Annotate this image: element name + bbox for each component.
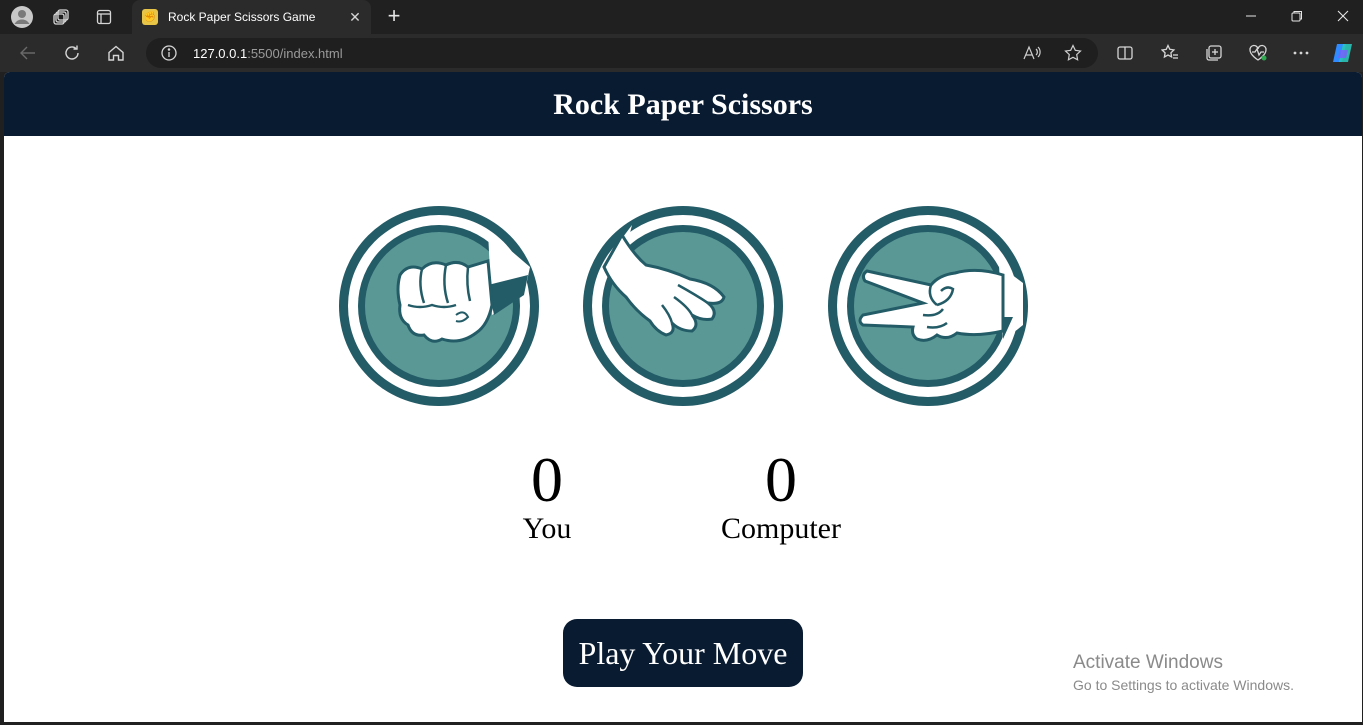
computer-score-block: 0 Computer — [696, 448, 866, 546]
split-screen-icon[interactable] — [1112, 41, 1138, 65]
rock-icon — [339, 206, 539, 406]
computer-score: 0 — [765, 444, 797, 515]
page-header: Rock Paper Scissors — [4, 72, 1362, 136]
tab-actions-icon[interactable] — [92, 5, 116, 29]
user-score: 0 — [531, 444, 563, 515]
url-host: 127.0.0.1 — [193, 46, 248, 61]
favorites-icon[interactable] — [1157, 41, 1183, 65]
collections-icon[interactable] — [1201, 41, 1227, 65]
address-bar[interactable]: 127.0.0.1:5500/index.html — [146, 38, 1098, 68]
activate-windows-watermark: Activate Windows Go to Settings to activ… — [1073, 652, 1294, 694]
home-icon[interactable] — [103, 41, 129, 65]
tab-strip: ✊ Rock Paper Scissors Game ✕ + — [0, 0, 1363, 34]
paper-choice[interactable] — [582, 205, 784, 407]
page-viewport: Rock Paper Scissors 0 You 0 Computer Pla… — [4, 72, 1362, 722]
rps-favicon-icon: ✊ — [142, 9, 158, 25]
refresh-icon[interactable] — [59, 41, 85, 65]
new-tab-icon[interactable]: + — [381, 4, 407, 30]
tab-title: Rock Paper Scissors Game — [168, 10, 316, 24]
profile-icon[interactable] — [10, 5, 34, 29]
scissors-choice[interactable] — [827, 205, 1029, 407]
browser-essentials-icon[interactable] — [1245, 41, 1271, 65]
user-score-label: You — [522, 512, 572, 545]
url-path: :5500/index.html — [247, 46, 343, 61]
page-title: Rock Paper Scissors — [553, 88, 813, 121]
watermark-subtitle: Go to Settings to activate Windows. — [1073, 677, 1294, 693]
favorite-star-icon[interactable] — [1062, 43, 1084, 63]
url-text[interactable]: 127.0.0.1:5500/index.html — [193, 46, 343, 61]
back-icon[interactable] — [15, 41, 41, 65]
computer-score-label: Computer — [721, 512, 841, 545]
site-info-icon[interactable] — [160, 44, 178, 62]
read-aloud-icon[interactable] — [1021, 43, 1043, 63]
navigation-bar: 127.0.0.1:5500/index.html — [0, 34, 1363, 72]
scissors-icon — [828, 206, 1028, 406]
browser-tab[interactable]: ✊ Rock Paper Scissors Game ✕ — [132, 0, 371, 34]
user-score-block: 0 You — [487, 448, 607, 546]
minimize-icon[interactable] — [1236, 5, 1266, 29]
restore-icon[interactable] — [1282, 5, 1312, 29]
paper-icon — [583, 206, 783, 406]
workspaces-icon[interactable] — [50, 5, 74, 29]
more-icon[interactable] — [1288, 41, 1314, 65]
watermark-title: Activate Windows — [1073, 652, 1223, 673]
close-tab-icon[interactable]: ✕ — [345, 7, 365, 27]
copilot-icon[interactable] — [1330, 41, 1356, 65]
rock-choice[interactable] — [338, 205, 540, 407]
play-move-button[interactable]: Play Your Move — [563, 619, 803, 687]
close-window-icon[interactable] — [1328, 5, 1358, 29]
